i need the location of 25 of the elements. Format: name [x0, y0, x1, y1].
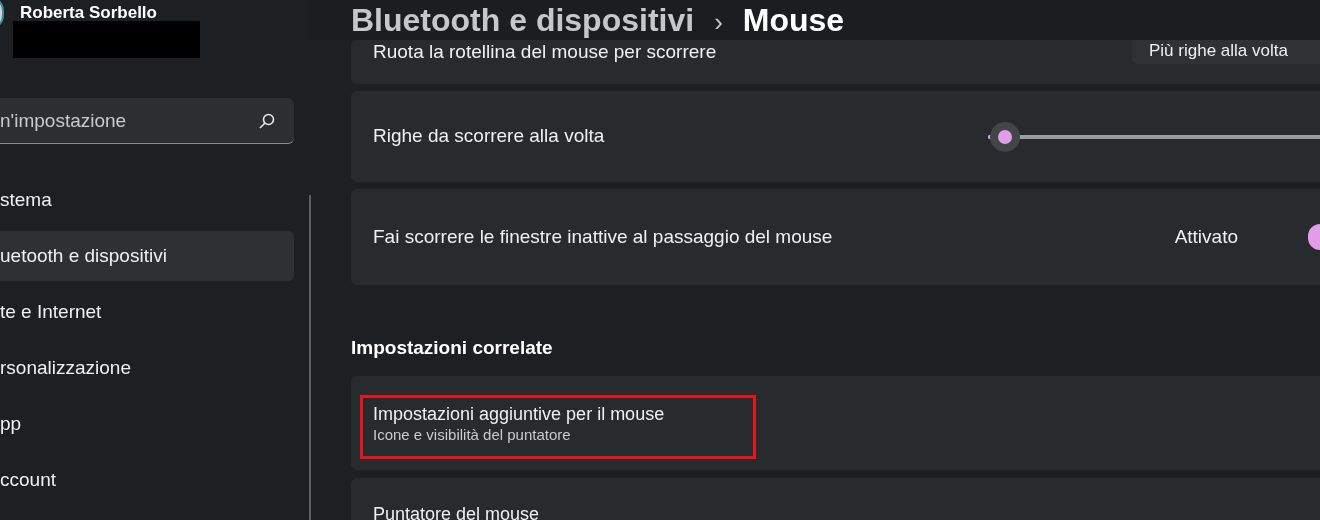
nav-item[interactable]: rsonalizzazione [0, 343, 294, 393]
setting-label: Ruota la rotellina del mouse per scorrere [373, 41, 717, 63]
related-link[interactable]: Impostazioni aggiuntive per il mouse Icone e visibilità del puntatore [351, 375, 1320, 470]
breadcrumb-separator: › [714, 6, 723, 39]
dropdown[interactable]: Più righe alla volta [1132, 40, 1320, 64]
toggle-state: Attivato [1174, 224, 1238, 249]
breadcrumb-link[interactable]: Bluetooth e dispositivi [351, 0, 695, 40]
search-field[interactable]: n'impostazione [0, 98, 294, 144]
setting-label: Fai scorrere le finestre inattive al passaggio del mouse [373, 224, 833, 249]
setting-label: Righe da scorrere alla volta [373, 124, 605, 149]
slider-thumb[interactable] [989, 121, 1020, 152]
section-heading: Impostazioni correlate [351, 336, 554, 360]
link-subtitle: Icone e visibilità del puntatore [373, 424, 572, 445]
link-title: Impostazioni aggiuntive per il mouse [373, 402, 666, 425]
toggle-switch[interactable] [1308, 224, 1320, 250]
nav-item[interactable]: te e Internet [0, 287, 294, 337]
user-name: Roberta Sorbello [20, 2, 157, 24]
nav-item[interactable]: pp [0, 399, 294, 449]
page-title: Mouse [742, 1, 845, 40]
search-icon [258, 112, 276, 130]
link-title: Puntatore del mouse [373, 502, 541, 520]
nav-item[interactable]: stema [0, 175, 294, 225]
nav-item[interactable]: ccount [0, 455, 294, 505]
nav-item[interactable]: uetooth e dispositivi [0, 231, 294, 281]
related-link[interactable]: Puntatore del mouse [351, 477, 1320, 520]
